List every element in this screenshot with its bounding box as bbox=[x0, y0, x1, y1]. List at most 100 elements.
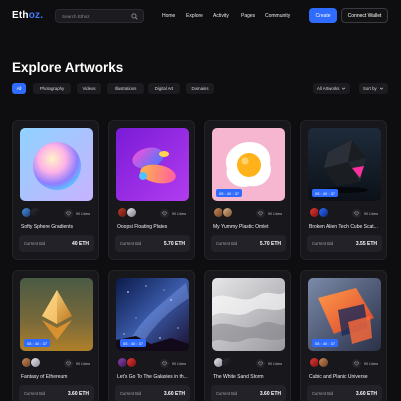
owner-avatars bbox=[21, 357, 41, 368]
artwork-title[interactable]: My Yummy Plastic Omlet bbox=[213, 224, 285, 230]
heart-icon bbox=[354, 361, 359, 366]
search-input[interactable]: Search Ethoz bbox=[55, 9, 144, 23]
filter-chip-all[interactable]: All bbox=[12, 83, 26, 94]
heart-icon bbox=[162, 211, 167, 216]
auction-timer: 05 : 40 : 37 bbox=[312, 189, 339, 197]
artwork-image[interactable] bbox=[212, 278, 285, 351]
artwork-card[interactable]: 05 : 40 : 37 90 Likes Cubic and Planic U… bbox=[300, 270, 387, 401]
filter-chip-videos[interactable]: Videos bbox=[77, 83, 101, 94]
artwork-image-graphic bbox=[212, 278, 285, 351]
nav-explore[interactable]: Explore bbox=[186, 13, 203, 19]
artwork-card[interactable]: 05 : 40 : 37 90 Likes My Yummy Plastic O… bbox=[204, 120, 291, 260]
auction-timer: 05 : 40 : 37 bbox=[312, 339, 339, 347]
artwork-card[interactable]: 05 : 40 : 37 90 Likes Let's Go To The Ga… bbox=[108, 270, 195, 401]
artwork-image[interactable]: 05 : 40 : 37 bbox=[212, 128, 285, 201]
sort-dropdown[interactable]: Sort by bbox=[359, 83, 388, 94]
avatar[interactable] bbox=[126, 207, 137, 218]
filter-chip-photography[interactable]: Photography bbox=[33, 83, 71, 94]
current-bid-box: Current Bid 3.60 ETH bbox=[19, 385, 94, 401]
like-button[interactable] bbox=[63, 359, 73, 368]
bid-value: 40 ETH bbox=[72, 240, 89, 247]
search-placeholder: Search Ethoz bbox=[62, 13, 90, 19]
bid-label: Current Bid bbox=[120, 391, 142, 396]
avatar[interactable] bbox=[222, 207, 233, 218]
artworks-filter-dropdown[interactable]: All Artworks bbox=[313, 83, 351, 94]
bid-label: Current Bid bbox=[24, 241, 46, 246]
owner-avatars bbox=[117, 357, 137, 368]
bid-value: 3.60 ETH bbox=[355, 390, 377, 397]
likes-count: 90 Likes bbox=[363, 211, 378, 216]
chevron-down-icon bbox=[379, 87, 383, 90]
nav-home[interactable]: Home bbox=[162, 13, 175, 19]
bid-value: 5.70 ETH bbox=[163, 240, 185, 247]
logo-text: Eth bbox=[12, 10, 29, 21]
avatar[interactable] bbox=[318, 357, 329, 368]
likes-count: 90 Likes bbox=[75, 361, 90, 366]
bid-label: Current Bid bbox=[216, 391, 238, 396]
likes-group: 90 Likes bbox=[255, 209, 282, 218]
artwork-title[interactable]: Ooopsi Floating Plates bbox=[117, 224, 189, 230]
bid-value: 3.60 ETH bbox=[67, 390, 89, 397]
artwork-title[interactable]: Softy Sphere Gradients bbox=[21, 224, 93, 230]
create-button[interactable]: Create bbox=[309, 8, 337, 23]
likes-group: 90 Likes bbox=[255, 359, 282, 368]
bid-value: 5.70 ETH bbox=[259, 240, 281, 247]
filter-chip-digital-art[interactable]: Digital Art bbox=[148, 83, 180, 94]
artwork-card[interactable]: 05 : 40 : 37 90 Likes Broken Alien Tech … bbox=[300, 120, 387, 260]
artwork-image[interactable] bbox=[20, 128, 93, 201]
logo-accent-text: oz. bbox=[28, 10, 44, 21]
like-button[interactable] bbox=[351, 209, 361, 218]
connect-wallet-button[interactable]: Connect Wallet bbox=[341, 8, 388, 23]
like-button[interactable] bbox=[159, 209, 169, 218]
filter-chip-illustrations[interactable]: Illustrations bbox=[107, 83, 144, 94]
bid-label: Current Bid bbox=[312, 241, 334, 246]
auction-timer: 05 : 40 : 37 bbox=[216, 189, 243, 197]
artwork-title[interactable]: The White Sand Storm bbox=[213, 374, 285, 380]
heart-icon bbox=[66, 211, 71, 216]
filter-chip-domains[interactable]: Domains bbox=[186, 83, 214, 94]
likes-group: 90 Likes bbox=[63, 359, 90, 368]
bid-label: Current Bid bbox=[312, 391, 334, 396]
brand-logo[interactable]: Ethoz. bbox=[12, 10, 43, 21]
nav-community[interactable]: Community bbox=[265, 13, 290, 19]
likes-count: 90 Likes bbox=[171, 361, 186, 366]
heart-icon bbox=[258, 211, 263, 216]
avatar[interactable] bbox=[126, 357, 137, 368]
likes-group: 90 Likes bbox=[159, 209, 186, 218]
like-button[interactable] bbox=[255, 359, 265, 368]
artwork-image[interactable] bbox=[116, 128, 189, 201]
artwork-image[interactable]: 05 : 40 : 37 bbox=[20, 278, 93, 351]
avatar[interactable] bbox=[30, 357, 41, 368]
artworks-filter-label: All Artworks bbox=[317, 86, 340, 91]
artwork-title[interactable]: Cubic and Planic Universe bbox=[309, 374, 381, 380]
owner-avatars bbox=[213, 207, 233, 218]
nav-activity[interactable]: Activity bbox=[213, 13, 229, 19]
current-bid-box: Current Bid 3.60 ETH bbox=[307, 385, 382, 401]
likes-count: 90 Likes bbox=[171, 211, 186, 216]
artwork-image[interactable]: 05 : 40 : 37 bbox=[308, 278, 381, 351]
like-button[interactable] bbox=[159, 359, 169, 368]
like-button[interactable] bbox=[63, 209, 73, 218]
artwork-image[interactable]: 05 : 40 : 37 bbox=[308, 128, 381, 201]
artwork-card[interactable]: 05 : 40 : 37 90 Likes Fantasy of Ethereu… bbox=[12, 270, 99, 401]
sort-label: Sort by bbox=[363, 86, 377, 91]
like-button[interactable] bbox=[351, 359, 361, 368]
current-bid-box: Current Bid 40 ETH bbox=[19, 235, 94, 252]
artwork-title[interactable]: Let's Go To The Galaxies in th... bbox=[117, 374, 189, 380]
avatar[interactable] bbox=[222, 357, 233, 368]
avatar[interactable] bbox=[318, 207, 329, 218]
nav-pages[interactable]: Pages bbox=[241, 13, 255, 19]
artwork-title[interactable]: Broken Alien Tech Cube Scat... bbox=[309, 224, 381, 230]
bid-value: 3.55 ETH bbox=[355, 240, 377, 247]
avatar[interactable] bbox=[30, 207, 41, 218]
artwork-card[interactable]: 90 Likes The White Sand Storm Current Bi… bbox=[204, 270, 291, 401]
search-icon bbox=[131, 13, 138, 20]
likes-count: 90 Likes bbox=[363, 361, 378, 366]
artwork-card[interactable]: 90 Likes Ooopsi Floating Plates Current … bbox=[108, 120, 195, 260]
like-button[interactable] bbox=[255, 209, 265, 218]
artwork-card[interactable]: 90 Likes Softy Sphere Gradients Current … bbox=[12, 120, 99, 260]
artwork-title[interactable]: Fantasy of Ethereum bbox=[21, 374, 93, 380]
current-bid-box: Current Bid 3.60 ETH bbox=[115, 385, 190, 401]
owner-avatars bbox=[309, 207, 329, 218]
artwork-image[interactable]: 05 : 40 : 37 bbox=[116, 278, 189, 351]
